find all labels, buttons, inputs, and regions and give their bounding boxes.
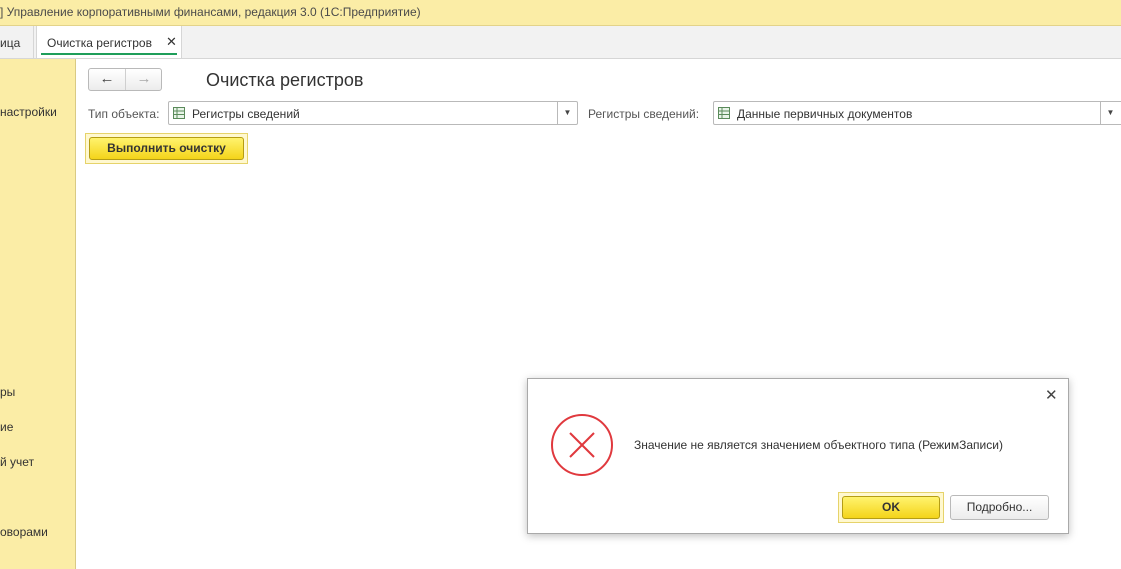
sidebar: настройки ры ие й учет оворами xyxy=(0,59,76,569)
tab-bar: ица Очистка регистров ✕ xyxy=(0,26,1121,59)
ok-button[interactable]: OK xyxy=(842,496,940,519)
error-icon xyxy=(551,414,613,476)
page-title: Очистка регистров xyxy=(206,70,364,90)
sidebar-item-contracts[interactable]: оворами xyxy=(0,525,48,539)
registers-label: Регистры сведений: xyxy=(588,107,700,121)
dropdown-arrow-icon[interactable]: ▼ xyxy=(557,102,577,124)
object-type-label: Тип объекта: xyxy=(88,107,160,121)
forward-button[interactable]: → xyxy=(126,69,162,90)
registers-value: Данные первичных документов xyxy=(737,107,913,121)
sidebar-item-2[interactable]: ие xyxy=(0,420,13,434)
object-type-value: Регистры сведений xyxy=(192,107,300,121)
error-message: Значение не является значением объектног… xyxy=(634,438,1003,452)
execute-cleanup-button[interactable]: Выполнить очистку xyxy=(89,137,244,160)
sidebar-item-settings[interactable]: настройки xyxy=(0,105,57,119)
back-button[interactable]: ← xyxy=(89,69,126,90)
object-type-select[interactable]: Регистры сведений ▼ xyxy=(168,101,578,125)
sidebar-item-accounting[interactable]: й учет xyxy=(0,455,34,469)
close-icon[interactable]: ✕ xyxy=(1045,386,1058,404)
execute-button-focus: Выполнить очистку xyxy=(85,133,248,164)
arrow-left-icon: ← xyxy=(99,70,115,87)
table-icon xyxy=(718,107,730,119)
tab-home-label: ица xyxy=(0,36,21,50)
details-button[interactable]: Подробно... xyxy=(950,495,1049,520)
table-icon xyxy=(173,107,185,119)
tab-close-icon[interactable]: ✕ xyxy=(166,34,177,50)
tab-cleanup-registers[interactable]: Очистка регистров ✕ xyxy=(36,26,182,58)
dropdown-arrow-icon[interactable]: ▼ xyxy=(1100,102,1120,124)
ok-button-focus: OK xyxy=(838,492,944,523)
arrow-right-icon: → xyxy=(136,70,152,87)
window-title: ] Управление корпоративными финансами, р… xyxy=(0,5,421,19)
error-dialog: ✕ Значение не является значением объектн… xyxy=(527,378,1069,534)
window-titlebar: ] Управление корпоративными финансами, р… xyxy=(0,0,1121,26)
tab-home[interactable]: ица xyxy=(0,26,34,58)
sidebar-item-1[interactable]: ры xyxy=(0,385,15,399)
history-nav: ← → xyxy=(88,68,162,91)
tab-active-indicator xyxy=(41,53,177,55)
tab-label: Очистка регистров xyxy=(47,36,152,50)
registers-select[interactable]: Данные первичных документов ▼ xyxy=(713,101,1121,125)
